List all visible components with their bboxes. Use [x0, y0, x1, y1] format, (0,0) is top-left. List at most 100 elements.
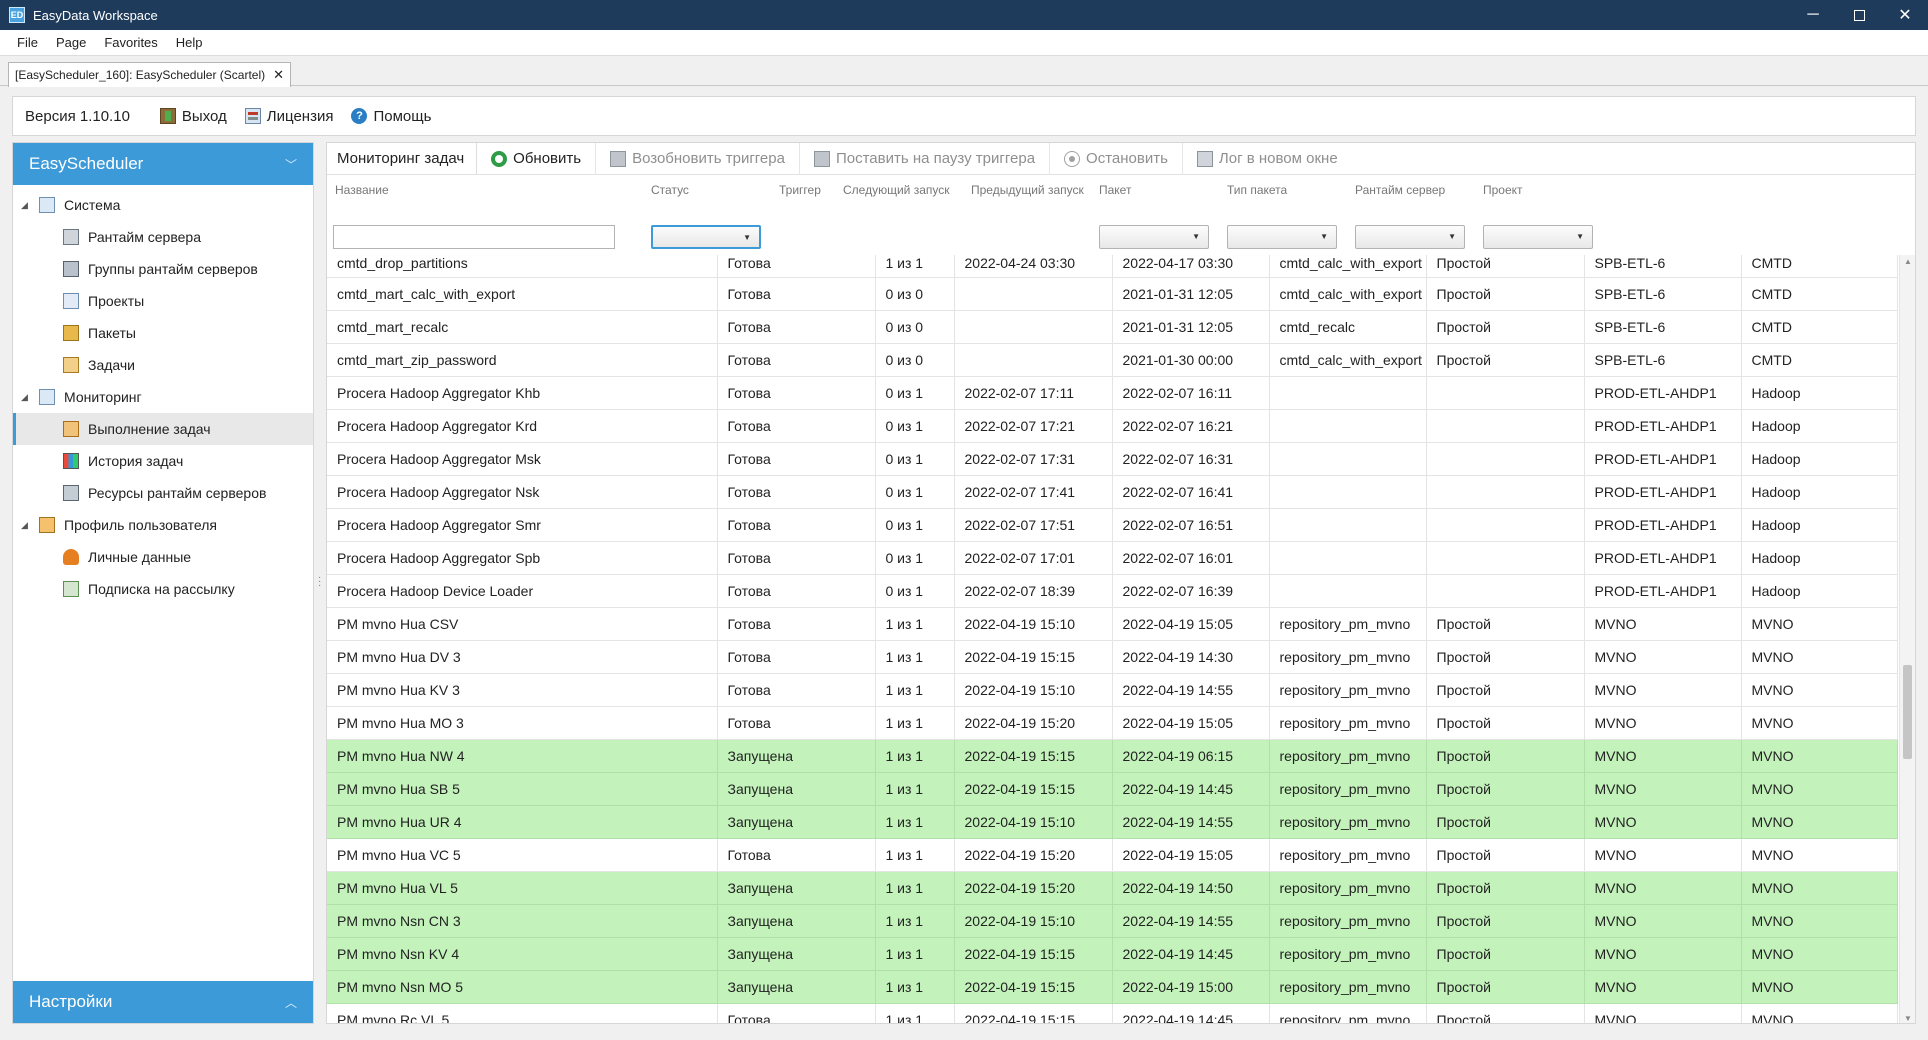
- table-row[interactable]: Procera Hadoop Aggregator Msk Готова 0 из …: [327, 442, 1898, 476]
- table-row[interactable]: cmtd_mart_calc_with_export Готова 0 из 0 20…: [327, 277, 1898, 311]
- refresh-button[interactable]: Обновить: [477, 143, 597, 175]
- table-row[interactable]: PM mvno Hua UR 4 Запущена 1 из 1 2022-04-19…: [327, 805, 1898, 839]
- column-header-project[interactable]: Проект: [1483, 183, 1523, 197]
- tree-item-label: Мониторинг: [64, 389, 142, 405]
- status-filter-select[interactable]: [651, 225, 761, 249]
- table-row[interactable]: Procera Hadoop Device Loader Готова 0 из 1…: [327, 574, 1898, 608]
- tree-item-subscription[interactable]: Подписка на рассылку: [13, 573, 313, 605]
- menu-help[interactable]: Help: [167, 30, 212, 56]
- close-tab-icon[interactable]: ✕: [273, 67, 284, 83]
- chevron-down-icon[interactable]: ﹀: [285, 156, 297, 173]
- table-row[interactable]: PM mvno Hua VL 5 Запущена 1 из 1 2022-04-19…: [327, 871, 1898, 905]
- table-row[interactable]: PM mvno Hua NW 4 Запущена 1 из 1 2022-04-19…: [327, 739, 1898, 773]
- tree-item-task-history[interactable]: История задач: [13, 445, 313, 477]
- column-header-next-run[interactable]: Следующий запуск: [843, 183, 949, 197]
- license-button[interactable]: Лицензия: [244, 108, 333, 125]
- cell-name: PM mvno Hua VL 5: [327, 871, 718, 905]
- cell-prev-run: 2022-04-19 14:45: [1112, 772, 1270, 806]
- tree-item-projects[interactable]: Проекты: [13, 285, 313, 317]
- tree-item-server-resources[interactable]: Ресурсы рантайм серверов: [13, 477, 313, 509]
- column-header-status[interactable]: Статус: [651, 183, 689, 197]
- tree-item-packages[interactable]: Пакеты: [13, 317, 313, 349]
- table-row[interactable]: Procera Hadoop Aggregator Khb Готова 0 из …: [327, 376, 1898, 410]
- tree-item-runtime-server-groups[interactable]: Группы рантайм серверов: [13, 253, 313, 285]
- cell-trigger: 0 из 1: [875, 541, 955, 575]
- cell-project: Hadoop: [1741, 376, 1898, 410]
- tree-expander-icon[interactable]: ◢: [21, 200, 39, 211]
- runtime-server-filter-select[interactable]: [1355, 225, 1465, 249]
- tree-item-monitoring[interactable]: ◢ Мониторинг: [13, 381, 313, 413]
- help-button[interactable]: ? Помощь: [351, 108, 431, 125]
- cell-trigger: 0 из 1: [875, 409, 955, 443]
- vertical-scrollbar[interactable]: ▲ ▼: [1899, 255, 1915, 1023]
- table-row[interactable]: cmtd_mart_zip_password Готова 0 из 0 2021-0…: [327, 343, 1898, 377]
- table-row[interactable]: PM mvno Hua DV 3 Готова 1 из 1 2022-04-19 1…: [327, 640, 1898, 674]
- table-row[interactable]: PM mvno Hua SB 5 Запущена 1 из 1 2022-04-19…: [327, 772, 1898, 806]
- name-filter-input[interactable]: [333, 225, 615, 249]
- pause-triggers-button[interactable]: Поставить на паузу триггера: [800, 143, 1051, 175]
- table-row[interactable]: PM mvno Rc VL 5 Готова 1 из 1 2022-04-19 15…: [327, 1003, 1898, 1023]
- splitter-handle[interactable]: · · ·: [318, 573, 322, 591]
- column-header-package-type[interactable]: Тип пакета: [1227, 183, 1287, 197]
- column-header-name[interactable]: Название: [335, 183, 389, 197]
- package-type-filter-select[interactable]: [1227, 225, 1337, 249]
- tree-expander-icon[interactable]: ◢: [21, 520, 39, 531]
- help-label: Помощь: [373, 107, 432, 125]
- maximize-button[interactable]: [1836, 0, 1882, 30]
- log-new-window-button[interactable]: Лог в новом окне: [1183, 143, 1352, 175]
- table-row[interactable]: Procera Hadoop Aggregator Nsk Готова 0 из …: [327, 475, 1898, 509]
- tree-item-task-execution[interactable]: Выполнение задач: [13, 413, 313, 445]
- table-row[interactable]: PM mvno Hua VC 5 Готова 1 из 1 2022-04-19 1…: [327, 838, 1898, 872]
- scroll-up-icon[interactable]: ▲: [1904, 257, 1912, 266]
- table-row[interactable]: PM mvno Nsn KV 4 Запущена 1 из 1 2022-04-19…: [327, 937, 1898, 971]
- table-row[interactable]: PM mvno Hua MO 3 Готова 1 из 1 2022-04-19 1…: [327, 706, 1898, 740]
- tree-item-user-profile[interactable]: ◢ Профиль пользователя: [13, 509, 313, 541]
- tree-item-runtime-servers[interactable]: Рантайм сервера: [13, 221, 313, 253]
- document-tab[interactable]: [EasyScheduler_160]: EasyScheduler (Scar…: [8, 62, 292, 87]
- sidebar-header[interactable]: EasyScheduler ﹀: [13, 143, 313, 185]
- menu-favorites[interactable]: Favorites: [95, 30, 166, 56]
- cell-package-type: Простой: [1426, 871, 1585, 905]
- column-header-runtime-server[interactable]: Рантайм сервер: [1355, 183, 1445, 197]
- exit-button[interactable]: Выход: [159, 108, 227, 125]
- scrollbar-thumb[interactable]: [1903, 665, 1912, 759]
- table-row[interactable]: PM mvno Nsn CN 3 Запущена 1 из 1 2022-04-19…: [327, 904, 1898, 938]
- settings-section-header[interactable]: Настройки ︿: [13, 981, 313, 1023]
- menu-bar: File Page Favorites Help: [0, 30, 1928, 56]
- stop-button[interactable]: Остановить: [1050, 143, 1183, 175]
- tree-expander-icon[interactable]: ◢: [21, 392, 39, 403]
- package-filter-select[interactable]: [1099, 225, 1209, 249]
- license-certificate-icon: [244, 108, 261, 124]
- table-row[interactable]: PM mvno Hua KV 3 Готова 1 из 1 2022-04-19 1…: [327, 673, 1898, 707]
- table-row[interactable]: PM mvno Hua CSV Готова 1 из 1 2022-04-19 15…: [327, 607, 1898, 641]
- pause-trigger-icon: [813, 150, 830, 167]
- table-row[interactable]: Procera Hadoop Aggregator Spb Готова 0 из …: [327, 541, 1898, 575]
- table-row[interactable]: PM mvno Nsn MO 5 Запущена 1 из 1 2022-04-19…: [327, 970, 1898, 1004]
- cell-prev-run: 2022-02-07 16:39: [1112, 574, 1270, 608]
- table-row[interactable]: Procera Hadoop Aggregator Smr Готова 0 из …: [327, 508, 1898, 542]
- tree-item-tasks[interactable]: Задачи: [13, 349, 313, 381]
- close-window-button[interactable]: ✕: [1882, 0, 1928, 30]
- tree-item-personal-data[interactable]: Личные данные: [13, 541, 313, 573]
- project-filter-select[interactable]: [1483, 225, 1593, 249]
- column-header-prev-run[interactable]: Предыдущий запуск: [971, 183, 1084, 197]
- cell-next-run: 2022-04-19 15:10: [954, 607, 1113, 641]
- tree-item-system[interactable]: ◢ Система: [13, 189, 313, 221]
- column-header-trigger[interactable]: Триггер: [779, 183, 821, 197]
- chevron-up-icon[interactable]: ︿: [285, 994, 297, 1011]
- stop-icon: [1064, 150, 1081, 167]
- stop-label: Остановить: [1086, 150, 1168, 167]
- table-row[interactable]: Procera Hadoop Aggregator Krd Готова 0 из …: [327, 409, 1898, 443]
- menu-page[interactable]: Page: [47, 30, 95, 56]
- resume-triggers-button[interactable]: Возобновить триггера: [596, 143, 800, 175]
- cell-project: Hadoop: [1741, 409, 1898, 443]
- table-row[interactable]: cmtd_drop_partitions Готова 1 из 1 2022-04-…: [327, 255, 1898, 278]
- scroll-down-icon[interactable]: ▼: [1904, 1014, 1912, 1023]
- column-header-package[interactable]: Пакет: [1099, 183, 1131, 197]
- cell-trigger: 1 из 1: [875, 607, 955, 641]
- minimize-button[interactable]: ─: [1790, 0, 1836, 30]
- server-group-icon: [63, 261, 79, 277]
- menu-file[interactable]: File: [0, 30, 47, 56]
- table-row[interactable]: cmtd_mart_recalc Готова 0 из 0 2021-01-31 1…: [327, 310, 1898, 344]
- cell-name: PM mvno Rc VL 5: [327, 1003, 718, 1023]
